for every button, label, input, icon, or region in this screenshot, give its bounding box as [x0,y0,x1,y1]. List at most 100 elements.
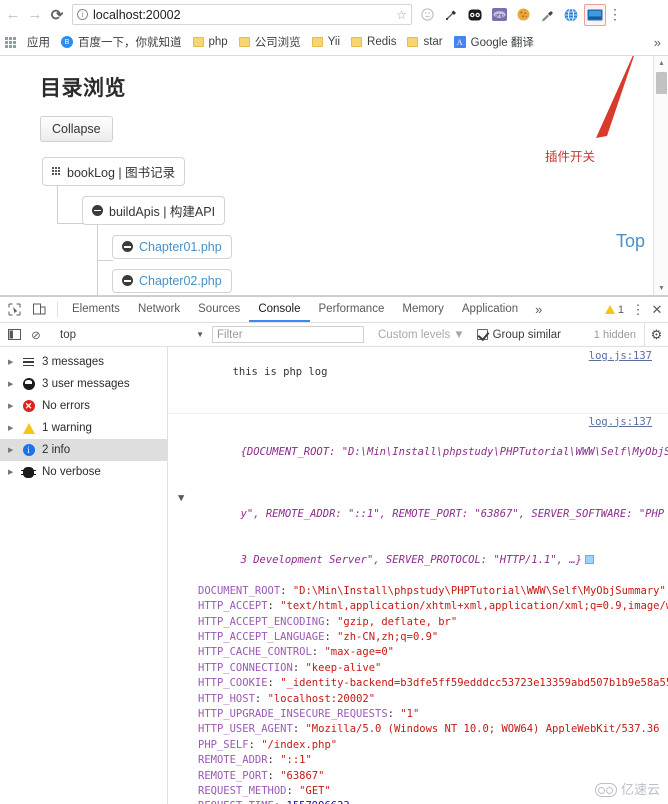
property-separator: : [280,584,293,597]
group-similar-checkbox[interactable] [476,329,488,340]
chevron-right-icon[interactable]: ▶ [8,424,15,432]
tab-performance[interactable]: Performance [310,297,394,322]
bookmark-item-yii[interactable]: Yii [311,36,341,48]
tab-network[interactable]: Network [129,297,189,322]
extension-php-icon[interactable]: php [488,4,510,26]
chevron-right-icon[interactable]: ▶ [8,402,15,410]
tree-row: buildApis | 构建API [82,195,668,225]
bookmarks-overflow-icon[interactable]: » [654,35,664,50]
bookmark-item-star[interactable]: star [407,36,443,48]
address-bar[interactable]: i localhost:20002 ☆ [72,4,412,25]
collapse-button[interactable]: Collapse [40,116,113,142]
chevron-right-icon[interactable]: ▶ [8,358,15,366]
folder-icon [192,37,204,47]
sidebar-item-warnings[interactable]: ▶ 1 warning [0,417,167,439]
sidebar-item-verbose[interactable]: ▶ No verbose [0,461,167,483]
console-output[interactable]: this is php log log.js:137 log.js:137 {D… [168,347,668,804]
gear-icon[interactable]: ⚙ [644,323,668,346]
property-value: "1" [400,707,420,720]
extension-tools-icon[interactable] [440,4,462,26]
cloud-icon [594,783,617,798]
show-console-sidebar-icon[interactable] [3,328,25,341]
minus-circle-icon[interactable] [122,275,133,286]
extension-devtools-icon[interactable] [584,3,606,26]
tab-memory[interactable]: Memory [393,297,453,322]
bookmark-item-google-translate[interactable]: A Google 翻译 [453,34,534,50]
apps-grid-icon[interactable] [5,36,18,48]
clear-console-icon[interactable]: ⊘ [25,328,47,342]
scrollbar-thumb[interactable] [656,72,667,94]
console-source-link[interactable]: log.js:137 [589,415,652,430]
reload-icon[interactable]: ⟳ [46,4,68,26]
console-object-preview-line-2[interactable]: ▼ y", REMOTE_ADDR: "::1", REMOTE_PORT: "… [168,476,668,538]
console-filter-input[interactable]: Filter [212,326,364,343]
bookmark-label: star [423,36,443,48]
bookmark-item-redis[interactable]: Redis [351,36,396,48]
back-icon[interactable]: ← [2,4,24,26]
tree-node-chapter02[interactable]: Chapter02.php [112,268,232,293]
object-preview-text: 3 Development Server", SERVER_PROTOCOL: … [240,553,582,566]
console-property-row: HTTP_ACCEPT: "text/html,application/xhtm… [168,599,668,614]
console-object-preview-line-1[interactable]: {DOCUMENT_ROOT: "D:\Min\Install\phpstudy… [168,430,668,476]
tree-node-buildapis[interactable]: buildApis | 构建API [82,195,226,225]
extension-eyedropper-icon[interactable] [536,4,558,26]
bookmark-apps[interactable]: 应用 [27,34,50,50]
star-icon[interactable]: ☆ [396,8,407,22]
extension-clock-icon[interactable] [416,4,438,26]
page-scrollbar[interactable]: ▲ ▼ [653,56,668,295]
extension-globe-icon[interactable] [560,4,582,26]
group-similar-toggle[interactable]: Group similar [476,329,561,341]
minus-circle-icon[interactable] [122,241,133,252]
console-message-object-source: log.js:137 [168,415,668,430]
forward-icon[interactable]: → [24,4,46,26]
bookmark-label: Yii [327,36,341,48]
console-message-log[interactable]: this is php log log.js:137 [168,349,668,412]
scrollbar-down-icon[interactable]: ▼ [654,281,668,295]
chevron-right-icon[interactable]: ▶ [8,446,15,454]
bookmark-label: Redis [367,36,397,48]
chevron-right-icon[interactable]: ▶ [8,468,15,476]
bookmark-item-php[interactable]: php [192,36,228,48]
minus-circle-icon[interactable] [92,204,103,216]
top-link[interactable]: Top [616,231,645,252]
console-object-preview-line-3[interactable]: 3 Development Server", SERVER_PROTOCOL: … [168,537,668,583]
devtools-menu-icon[interactable]: ⋮ [630,302,646,318]
warning-badge[interactable]: 1 [599,304,630,316]
tree-node-booklog[interactable]: bookLog | 图书记录 [42,156,186,186]
execution-context-select[interactable]: top ▼ [52,329,212,341]
console-property-row: DOCUMENT_ROOT: "D:\Min\Install\phpstudy\… [168,584,668,599]
info-badge-icon[interactable] [584,554,594,564]
google-translate-icon: A [453,36,466,48]
annotation-text: 插件开关 [545,150,596,164]
tab-application[interactable]: Application [453,297,527,322]
sidebar-item-info[interactable]: ▶ i 2 info [0,439,167,461]
sidebar-item-messages[interactable]: ▶ 3 messages [0,351,167,373]
property-separator: : [267,677,281,690]
folder-icon [311,37,323,47]
log-levels-select[interactable]: Custom levels ▼ [378,329,465,341]
bookmark-item-baidu[interactable]: B 百度一下，你就知道 [61,34,182,50]
property-value: "text/html,application/xhtml+xml,applica… [280,600,668,613]
scrollbar-up-icon[interactable]: ▲ [654,56,668,70]
console-source-link[interactable]: log.js:137 [589,349,652,364]
site-info-icon[interactable]: i [77,9,88,20]
browser-menu-icon[interactable]: ⋮ [606,6,624,23]
device-toolbar-icon[interactable] [27,297,52,322]
expand-arrow-icon[interactable]: ▼ [178,491,184,506]
bug-icon [21,466,36,479]
property-value: "D:\Min\Install\phpstudy\PHPTutorial\WWW… [292,584,666,597]
extension-panda-icon[interactable] [464,4,486,26]
bookmark-item-company[interactable]: 公司浏览 [238,34,301,50]
devtools-tabbar: Elements Network Sources Console Perform… [0,297,668,323]
sidebar-item-errors[interactable]: ▶ ✕ No errors [0,395,167,417]
extension-cookie-icon[interactable] [512,4,534,26]
sidebar-item-user-messages[interactable]: ▶ 3 user messages [0,373,167,395]
inspect-element-icon[interactable] [2,297,27,322]
tab-elements[interactable]: Elements [63,297,129,322]
chevron-right-icon[interactable]: ▶ [8,380,15,388]
tree-node-chapter01[interactable]: Chapter01.php [112,234,232,259]
more-tabs-icon[interactable]: » [527,297,550,322]
close-devtools-icon[interactable]: ✕ [646,302,668,318]
tab-sources[interactable]: Sources [189,297,249,322]
tab-console[interactable]: Console [249,297,310,322]
